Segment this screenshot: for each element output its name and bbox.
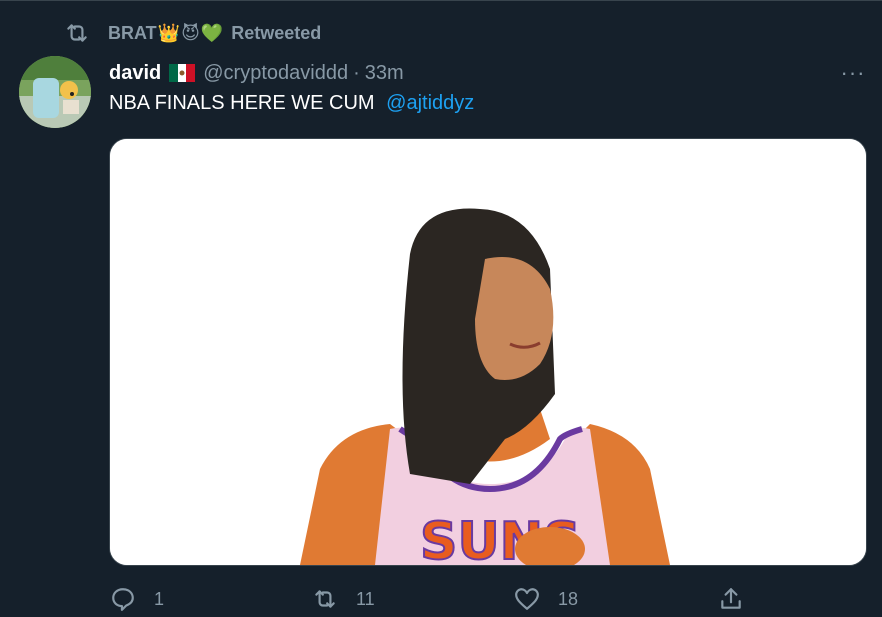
retweeter-name[interactable]: BRAT: [108, 23, 157, 44]
share-icon: [721, 588, 741, 609]
share-button[interactable]: [718, 584, 744, 614]
top-divider: [0, 0, 882, 1]
reply-count: 1: [154, 588, 165, 609]
tweet-actions: 1 11 18: [0, 584, 882, 614]
mention-link[interactable]: @ajtiddyz: [386, 92, 474, 114]
avatar-image: [19, 56, 91, 128]
devil-emoji: 😈: [181, 22, 200, 43]
media-image: SUNS: [110, 139, 866, 565]
retweet-icon: [315, 590, 335, 608]
more-options-icon[interactable]: ···: [838, 60, 868, 86]
crown-emoji: 👑: [157, 22, 181, 43]
heart-icon: [515, 588, 539, 610]
retweeted-label: Retweeted: [231, 22, 322, 43]
like-button[interactable]: 18: [514, 584, 578, 614]
tweet-header: david @cryptodaviddd · 33m: [109, 60, 404, 86]
green-heart-emoji: 💚: [200, 22, 224, 43]
retweet-button[interactable]: 11: [312, 584, 375, 614]
retweet-icon: [67, 24, 87, 42]
avatar[interactable]: [19, 56, 91, 128]
retweet-count: 11: [356, 588, 375, 609]
timestamp[interactable]: 33m: [365, 62, 404, 85]
separator-dot: ·: [353, 61, 360, 84]
author-name[interactable]: david: [109, 62, 161, 85]
tweet-text: NBA FINALS HERE WE CUM @ajtiddyz: [109, 92, 474, 115]
like-count: 18: [558, 588, 579, 609]
mexico-flag-icon: [169, 64, 196, 82]
tweet-body: NBA FINALS HERE WE CUM: [109, 92, 375, 114]
tweet-media[interactable]: SUNS: [109, 138, 867, 566]
author-handle[interactable]: @cryptodaviddd: [203, 62, 348, 85]
reply-button[interactable]: 1: [110, 584, 164, 614]
reply-icon: [112, 588, 134, 611]
retweet-context[interactable]: BRAT 👑 😈 💚 Retweeted: [64, 20, 321, 46]
